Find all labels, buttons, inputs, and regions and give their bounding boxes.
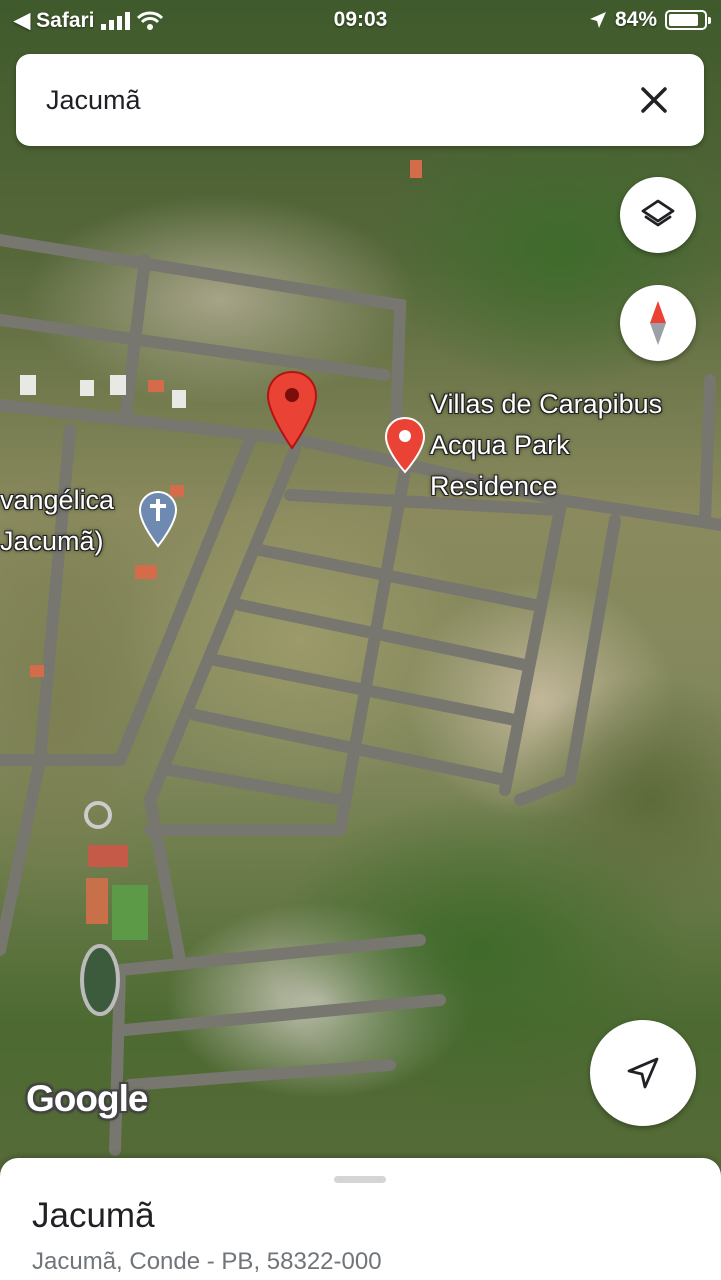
roundabout bbox=[84, 801, 112, 829]
compass-button[interactable] bbox=[620, 285, 696, 361]
church-label-line-1: vangélica bbox=[0, 485, 115, 515]
place-bottom-sheet[interactable]: Jacumã Jacumã, Conde - PB, 58322-000 bbox=[0, 1158, 721, 1280]
status-bar: ◀ Safari 09:03 84% bbox=[0, 0, 721, 40]
search-bar[interactable]: Jacumã bbox=[16, 54, 704, 146]
status-right: 84% bbox=[589, 8, 711, 32]
close-icon bbox=[641, 87, 667, 113]
search-query[interactable]: Jacumã bbox=[46, 85, 634, 116]
google-attribution-logo: Google bbox=[26, 1078, 148, 1119]
place-title: Jacumã bbox=[32, 1196, 155, 1235]
pond bbox=[80, 944, 120, 1016]
church-label[interactable]: vangélica Jacumã) bbox=[0, 480, 114, 562]
location-services-icon bbox=[589, 12, 606, 28]
layers-icon bbox=[641, 199, 675, 227]
place-address: Jacumã, Conde - PB, 58322-000 bbox=[32, 1248, 382, 1275]
place-label-line-3: Residence bbox=[430, 471, 558, 501]
battery-fill bbox=[669, 14, 698, 26]
battery-percent: 84% bbox=[614, 8, 657, 31]
church-label-line-2: Jacumã) bbox=[0, 526, 104, 556]
compass-icon bbox=[650, 301, 666, 345]
place-label-line-1: Villas de Carapibus bbox=[430, 389, 663, 419]
map-layers-button[interactable] bbox=[620, 177, 696, 253]
sheet-drag-handle[interactable] bbox=[334, 1176, 386, 1183]
place-label[interactable]: Villas de Carapibus Acqua Park Residence bbox=[430, 384, 662, 507]
football-field bbox=[112, 885, 148, 940]
close-search-button[interactable] bbox=[634, 80, 674, 120]
sports-court bbox=[88, 845, 128, 867]
battery-icon bbox=[665, 10, 711, 30]
place-label-line-2: Acqua Park bbox=[430, 430, 570, 460]
tennis-court bbox=[86, 878, 108, 924]
navigation-arrow-icon bbox=[627, 1057, 659, 1089]
my-location-button[interactable] bbox=[590, 1020, 696, 1126]
